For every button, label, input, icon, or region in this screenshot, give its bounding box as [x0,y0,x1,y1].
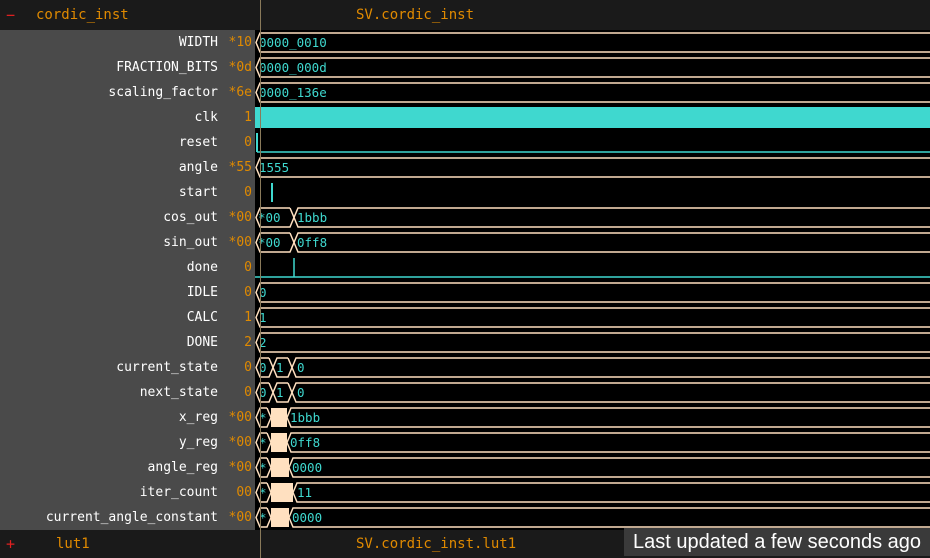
signal-value: *10 [228,35,252,50]
signal-value: *00 [228,235,252,250]
wave-value-label: 0000_136e [259,85,327,100]
signal-value: *00 [228,460,252,475]
signal-row-fraction-bits[interactable]: FRACTION_BITS *0d 0000_000d [0,55,930,80]
bus-wave: 2 [255,330,930,355]
signal-value: *00 [228,435,252,450]
group-path: SV.cordic_inst.lut1 [356,536,517,552]
signal-row-idle[interactable]: IDLE 0 0 [0,280,930,305]
signal-row-done-const[interactable]: DONE 2 2 [0,330,930,355]
bus-wave: 1 [255,305,930,330]
wave-value-label: 1 [276,360,284,375]
signal-value: 0 [244,360,252,375]
signal-row-angle[interactable]: angle *55 1555 [0,155,930,180]
signal-rows: WIDTH *10 0000_0010 FRACTION_BITS *0d 00… [0,30,930,530]
signal-value: 1 [244,110,252,125]
group-name: cordic_inst [36,7,129,23]
bus-wave: * 11 [255,480,930,505]
signal-row-width[interactable]: WIDTH *10 0000_0010 [0,30,930,55]
wave-value-label: 0 [297,360,305,375]
wave-value-label: 0000_000d [259,60,327,75]
bit-wave [255,255,930,280]
clock-wave [255,105,930,130]
bus-wave: * 0ff8 [255,430,930,455]
signal-row-current-state[interactable]: current_state 0 0 1 0 [0,355,930,380]
wave-value-label: 1555 [259,160,290,175]
group-header-cordic-inst[interactable]: − cordic_inst SV.cordic_inst [0,0,930,30]
wave-value-label: 0000_0010 [259,35,327,50]
signal-value: *00 [228,510,252,525]
collapse-icon[interactable]: − [6,0,15,30]
signal-row-y-reg[interactable]: y_reg *00 * 0ff8 [0,430,930,455]
signal-value: 00 [236,485,252,500]
signal-value: *6e [228,85,252,100]
bus-wave: * 0000 [255,455,930,480]
bit-wave [255,130,930,155]
signal-value: 1 [244,310,252,325]
signal-row-reset[interactable]: reset 0 [0,130,930,155]
bus-wave: *00 0ff8 [255,230,930,255]
status-toast: Last updated a few seconds ago [624,528,930,556]
wave-value-label: *00 [258,235,281,250]
signal-row-next-state[interactable]: next_state 0 0 1 0 [0,380,930,405]
signal-row-current-angle-constant[interactable]: current_angle_constant *00 * 0000 [0,505,930,530]
signal-row-iter-count[interactable]: iter_count 00 * 11 [0,480,930,505]
signal-row-cos-out[interactable]: cos_out *00 *00 1bbb [0,205,930,230]
signal-value: 0 [244,285,252,300]
wave-value-label: 1bbb [297,210,328,225]
signal-row-done[interactable]: done 0 [0,255,930,280]
signal-value: 2 [244,335,252,350]
signal-value: *0d [228,60,252,75]
bus-wave: *00 1bbb [255,205,930,230]
bus-wave: * 1bbb [255,405,930,430]
signal-row-scaling-factor[interactable]: scaling_factor *6e 0000_136e [0,80,930,105]
wave-value-label: 0000 [292,460,323,475]
signal-row-sin-out[interactable]: sin_out *00 *00 0ff8 [0,230,930,255]
wave-value-label: 0 [297,385,305,400]
wave-value-label: 11 [297,485,313,500]
signal-value: *55 [228,160,252,175]
signal-value: *00 [228,210,252,225]
time-cursor[interactable] [260,0,261,558]
bus-wave: 0000_136e [255,80,930,105]
bus-wave: 1555 [255,155,930,180]
signal-value: 0 [244,185,252,200]
wave-value-label: 0000 [292,510,323,525]
signal-row-calc[interactable]: CALC 1 1 [0,305,930,330]
signal-value: 0 [244,385,252,400]
signal-value: 0 [244,260,252,275]
bus-wave: 0000_000d [255,55,930,80]
wave-value-label: *00 [258,210,281,225]
bus-wave: 0 1 0 [255,380,930,405]
wave-value-label: 1bbb [290,410,321,425]
bus-wave: * 0000 [255,505,930,530]
bus-wave: 0 [255,280,930,305]
wave-value-label: 1 [276,385,284,400]
signal-row-x-reg[interactable]: x_reg *00 * 1bbb [0,405,930,430]
signal-row-start[interactable]: start 0 [0,180,930,205]
bus-wave: 0000_0010 [255,30,930,55]
bit-wave [255,180,930,205]
signal-value: *00 [228,410,252,425]
bus-wave: 0 1 0 [255,355,930,380]
wave-value-label: 0ff8 [297,235,328,250]
signal-row-angle-reg[interactable]: angle_reg *00 * 0000 [0,455,930,480]
group-name: lut1 [56,536,90,552]
wave-value-label: 0ff8 [290,435,321,450]
expand-icon[interactable]: + [6,530,15,558]
signal-value: 0 [244,135,252,150]
signal-row-clk[interactable]: clk 1 [0,105,930,130]
group-path: SV.cordic_inst [356,7,475,23]
